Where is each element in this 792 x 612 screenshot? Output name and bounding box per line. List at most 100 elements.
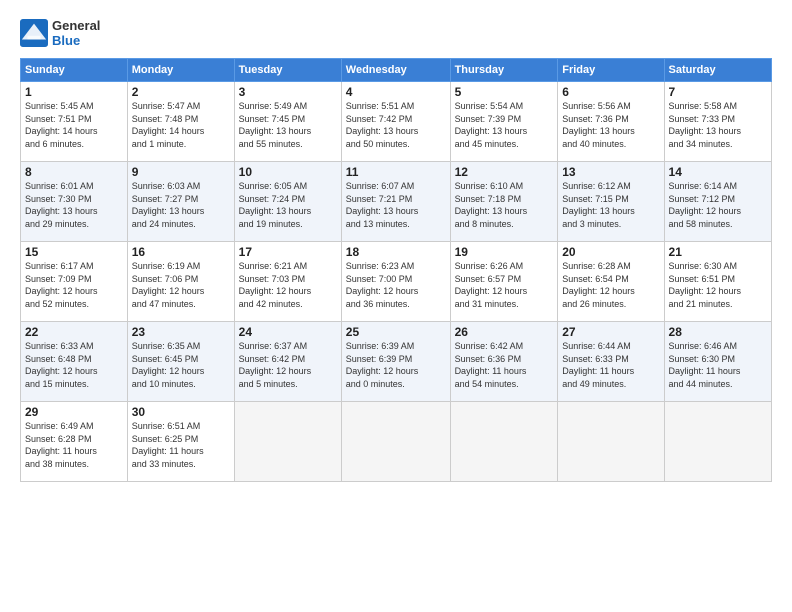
day-number: 7 (669, 85, 767, 99)
day-info: Sunrise: 6:44 AM Sunset: 6:33 PM Dayligh… (562, 340, 659, 390)
day-info: Sunrise: 6:35 AM Sunset: 6:45 PM Dayligh… (132, 340, 230, 390)
logo: General Blue (20, 18, 100, 48)
table-row: 7 Sunrise: 5:58 AM Sunset: 7:33 PM Dayli… (664, 82, 771, 162)
day-info: Sunrise: 5:47 AM Sunset: 7:48 PM Dayligh… (132, 100, 230, 150)
day-number: 17 (239, 245, 337, 259)
table-row: 15 Sunrise: 6:17 AM Sunset: 7:09 PM Dayl… (21, 242, 128, 322)
table-row: 13 Sunrise: 6:12 AM Sunset: 7:15 PM Dayl… (558, 162, 664, 242)
day-number: 4 (346, 85, 446, 99)
table-row: 28 Sunrise: 6:46 AM Sunset: 6:30 PM Dayl… (664, 322, 771, 402)
day-info: Sunrise: 6:12 AM Sunset: 7:15 PM Dayligh… (562, 180, 659, 230)
table-row: 10 Sunrise: 6:05 AM Sunset: 7:24 PM Dayl… (234, 162, 341, 242)
day-info: Sunrise: 6:23 AM Sunset: 7:00 PM Dayligh… (346, 260, 446, 310)
day-number: 5 (455, 85, 554, 99)
day-info: Sunrise: 6:46 AM Sunset: 6:30 PM Dayligh… (669, 340, 767, 390)
day-info: Sunrise: 6:37 AM Sunset: 6:42 PM Dayligh… (239, 340, 337, 390)
table-row: 30 Sunrise: 6:51 AM Sunset: 6:25 PM Dayl… (127, 402, 234, 482)
day-info: Sunrise: 6:03 AM Sunset: 7:27 PM Dayligh… (132, 180, 230, 230)
day-number: 2 (132, 85, 230, 99)
day-number: 6 (562, 85, 659, 99)
table-row: 24 Sunrise: 6:37 AM Sunset: 6:42 PM Dayl… (234, 322, 341, 402)
day-number: 30 (132, 405, 230, 419)
day-info: Sunrise: 6:33 AM Sunset: 6:48 PM Dayligh… (25, 340, 123, 390)
table-row: 21 Sunrise: 6:30 AM Sunset: 6:51 PM Dayl… (664, 242, 771, 322)
day-info: Sunrise: 6:42 AM Sunset: 6:36 PM Dayligh… (455, 340, 554, 390)
header: General Blue (20, 18, 772, 48)
table-row (558, 402, 664, 482)
col-monday: Monday (127, 59, 234, 82)
day-number: 14 (669, 165, 767, 179)
day-number: 15 (25, 245, 123, 259)
day-info: Sunrise: 5:54 AM Sunset: 7:39 PM Dayligh… (455, 100, 554, 150)
table-row (341, 402, 450, 482)
table-row (664, 402, 771, 482)
day-number: 12 (455, 165, 554, 179)
table-row: 16 Sunrise: 6:19 AM Sunset: 7:06 PM Dayl… (127, 242, 234, 322)
day-number: 25 (346, 325, 446, 339)
day-info: Sunrise: 6:10 AM Sunset: 7:18 PM Dayligh… (455, 180, 554, 230)
day-info: Sunrise: 5:58 AM Sunset: 7:33 PM Dayligh… (669, 100, 767, 150)
calendar-table: Sunday Monday Tuesday Wednesday Thursday… (20, 58, 772, 482)
table-row: 18 Sunrise: 6:23 AM Sunset: 7:00 PM Dayl… (341, 242, 450, 322)
table-row: 8 Sunrise: 6:01 AM Sunset: 7:30 PM Dayli… (21, 162, 128, 242)
table-row: 20 Sunrise: 6:28 AM Sunset: 6:54 PM Dayl… (558, 242, 664, 322)
day-info: Sunrise: 5:45 AM Sunset: 7:51 PM Dayligh… (25, 100, 123, 150)
day-number: 20 (562, 245, 659, 259)
day-info: Sunrise: 6:30 AM Sunset: 6:51 PM Dayligh… (669, 260, 767, 310)
table-row: 26 Sunrise: 6:42 AM Sunset: 6:36 PM Dayl… (450, 322, 558, 402)
col-saturday: Saturday (664, 59, 771, 82)
page: General Blue Sunday Monday Tuesday Wedne… (0, 0, 792, 612)
table-row: 27 Sunrise: 6:44 AM Sunset: 6:33 PM Dayl… (558, 322, 664, 402)
day-number: 22 (25, 325, 123, 339)
day-number: 10 (239, 165, 337, 179)
day-number: 28 (669, 325, 767, 339)
day-info: Sunrise: 6:51 AM Sunset: 6:25 PM Dayligh… (132, 420, 230, 470)
day-info: Sunrise: 6:17 AM Sunset: 7:09 PM Dayligh… (25, 260, 123, 310)
table-row: 4 Sunrise: 5:51 AM Sunset: 7:42 PM Dayli… (341, 82, 450, 162)
table-row: 29 Sunrise: 6:49 AM Sunset: 6:28 PM Dayl… (21, 402, 128, 482)
logo-blue: Blue (52, 33, 100, 48)
day-number: 9 (132, 165, 230, 179)
table-row: 2 Sunrise: 5:47 AM Sunset: 7:48 PM Dayli… (127, 82, 234, 162)
col-tuesday: Tuesday (234, 59, 341, 82)
day-info: Sunrise: 6:07 AM Sunset: 7:21 PM Dayligh… (346, 180, 446, 230)
day-number: 8 (25, 165, 123, 179)
table-row: 6 Sunrise: 5:56 AM Sunset: 7:36 PM Dayli… (558, 82, 664, 162)
table-row (234, 402, 341, 482)
day-info: Sunrise: 5:49 AM Sunset: 7:45 PM Dayligh… (239, 100, 337, 150)
col-thursday: Thursday (450, 59, 558, 82)
day-info: Sunrise: 6:14 AM Sunset: 7:12 PM Dayligh… (669, 180, 767, 230)
day-info: Sunrise: 6:19 AM Sunset: 7:06 PM Dayligh… (132, 260, 230, 310)
table-row: 17 Sunrise: 6:21 AM Sunset: 7:03 PM Dayl… (234, 242, 341, 322)
day-number: 29 (25, 405, 123, 419)
day-number: 23 (132, 325, 230, 339)
col-wednesday: Wednesday (341, 59, 450, 82)
col-friday: Friday (558, 59, 664, 82)
table-row: 14 Sunrise: 6:14 AM Sunset: 7:12 PM Dayl… (664, 162, 771, 242)
day-number: 3 (239, 85, 337, 99)
day-number: 16 (132, 245, 230, 259)
day-number: 21 (669, 245, 767, 259)
logo-icon (20, 19, 48, 47)
day-number: 24 (239, 325, 337, 339)
day-info: Sunrise: 6:49 AM Sunset: 6:28 PM Dayligh… (25, 420, 123, 470)
logo-text: General Blue (52, 18, 100, 48)
table-row: 3 Sunrise: 5:49 AM Sunset: 7:45 PM Dayli… (234, 82, 341, 162)
day-info: Sunrise: 6:05 AM Sunset: 7:24 PM Dayligh… (239, 180, 337, 230)
table-row (450, 402, 558, 482)
day-number: 27 (562, 325, 659, 339)
day-number: 26 (455, 325, 554, 339)
day-info: Sunrise: 5:51 AM Sunset: 7:42 PM Dayligh… (346, 100, 446, 150)
table-row: 22 Sunrise: 6:33 AM Sunset: 6:48 PM Dayl… (21, 322, 128, 402)
day-info: Sunrise: 5:56 AM Sunset: 7:36 PM Dayligh… (562, 100, 659, 150)
logo-general: General (52, 18, 100, 33)
table-row: 12 Sunrise: 6:10 AM Sunset: 7:18 PM Dayl… (450, 162, 558, 242)
day-info: Sunrise: 6:26 AM Sunset: 6:57 PM Dayligh… (455, 260, 554, 310)
table-row: 19 Sunrise: 6:26 AM Sunset: 6:57 PM Dayl… (450, 242, 558, 322)
table-row: 25 Sunrise: 6:39 AM Sunset: 6:39 PM Dayl… (341, 322, 450, 402)
table-row: 5 Sunrise: 5:54 AM Sunset: 7:39 PM Dayli… (450, 82, 558, 162)
day-info: Sunrise: 6:39 AM Sunset: 6:39 PM Dayligh… (346, 340, 446, 390)
table-row: 9 Sunrise: 6:03 AM Sunset: 7:27 PM Dayli… (127, 162, 234, 242)
table-row: 11 Sunrise: 6:07 AM Sunset: 7:21 PM Dayl… (341, 162, 450, 242)
table-row: 23 Sunrise: 6:35 AM Sunset: 6:45 PM Dayl… (127, 322, 234, 402)
